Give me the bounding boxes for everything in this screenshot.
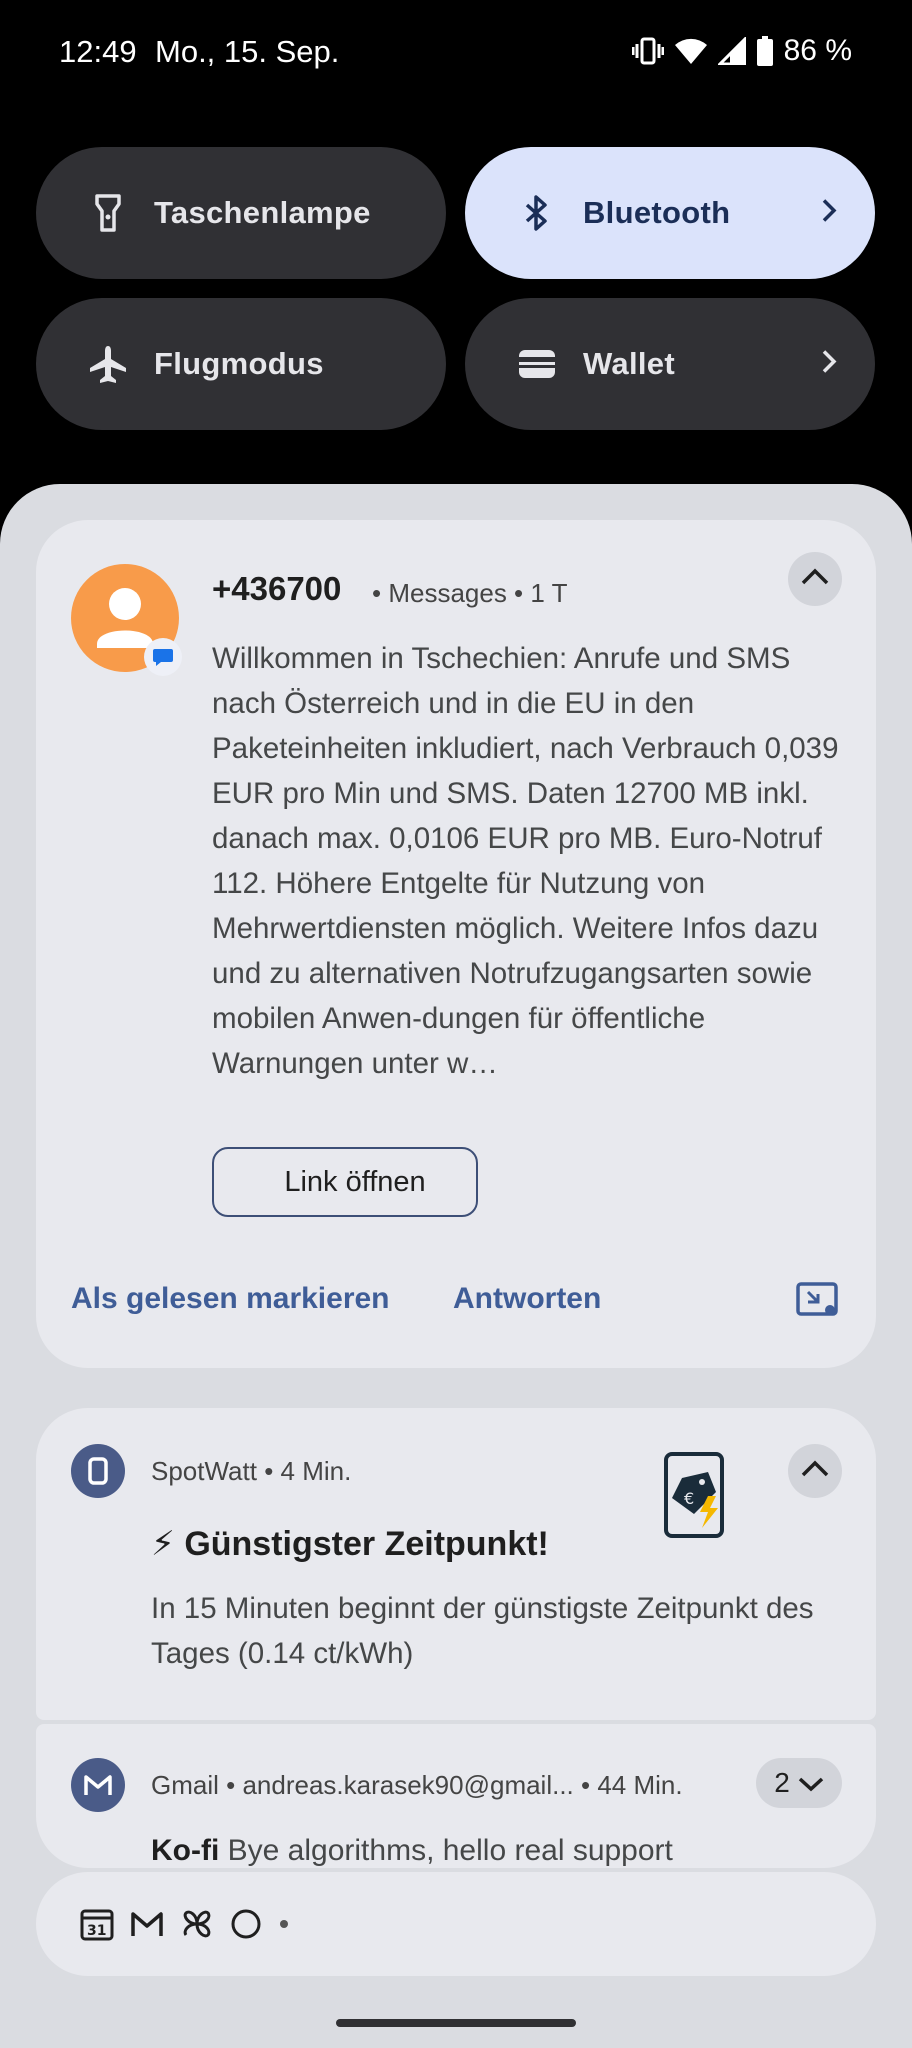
tile-wallet[interactable]: Wallet: [465, 298, 875, 430]
collapse-button[interactable]: [788, 1444, 842, 1498]
tile-airplane-mode[interactable]: Flugmodus: [36, 298, 446, 430]
calendar-day: 31: [87, 1923, 106, 1939]
pinwheel-icon: [180, 1907, 214, 1941]
tile-label: Bluetooth: [583, 195, 731, 230]
gmail-meta: Gmail • andreas.karasek90@gmail... • 44 …: [151, 1770, 683, 1800]
reply-button[interactable]: Antworten: [453, 1282, 601, 1316]
home-indicator[interactable]: [336, 2019, 576, 2027]
spotwatt-meta: SpotWatt • 4 Min.: [151, 1456, 352, 1486]
tile-bluetooth[interactable]: Bluetooth: [465, 147, 875, 279]
message-meta: • Messages • 1 T: [372, 578, 568, 608]
flashlight-icon: [88, 193, 128, 233]
chevron-down-icon: [798, 1767, 824, 1799]
chevron-right-icon[interactable]: [821, 349, 837, 380]
wifi-icon: [674, 37, 708, 65]
tile-label: Flugmodus: [154, 346, 324, 381]
tile-label: Wallet: [583, 346, 675, 381]
gmail-subject-sender: Ko-fi: [151, 1834, 220, 1867]
gmail-icon: [130, 1910, 164, 1938]
gmail-subject: Ko-fi Bye algorithms, hello real support: [151, 1834, 673, 1868]
open-link-label: Link öffnen: [284, 1165, 426, 1198]
circle-icon: [230, 1908, 262, 1940]
spotwatt-thumbnail-icon: €: [664, 1452, 726, 1538]
dot-icon: [278, 1918, 290, 1930]
status-time: 12:49: [59, 34, 137, 69]
spotwatt-title: ⚡ Günstigster Zeitpunkt!: [151, 1525, 549, 1563]
mark-as-read-button[interactable]: Als gelesen markieren: [71, 1282, 390, 1316]
spotwatt-app-icon: [71, 1444, 125, 1498]
bubble-icon[interactable]: [796, 1282, 838, 1323]
notification-shelf[interactable]: 31: [36, 1872, 876, 1976]
status-icons: 86 %: [631, 34, 852, 68]
calendar-icon: 31: [80, 1907, 114, 1941]
tile-label: Taschenlampe: [154, 195, 371, 230]
collapse-button[interactable]: [788, 552, 842, 606]
svg-text:€: €: [684, 1489, 694, 1508]
gmail-app-icon: [71, 1758, 125, 1812]
chevron-right-icon[interactable]: [821, 198, 837, 229]
message-body: Willkommen in Tschechien: Anrufe und SMS…: [212, 642, 839, 1080]
gmail-subject-text: Bye algorithms, hello real support: [227, 1834, 673, 1867]
notification-spotwatt[interactable]: SpotWatt • 4 Min. € ⚡ Günstigster Zeitpu…: [36, 1408, 876, 1720]
vibrate-icon: [631, 36, 664, 66]
cell-signal-icon: [717, 37, 746, 65]
status-bar: 12:49 Mo., 15. Sep. 86 %: [0, 0, 912, 106]
notification-gmail[interactable]: Gmail • andreas.karasek90@gmail... • 44 …: [36, 1724, 876, 1868]
notification-messages[interactable]: +436700 • Messages • 1 T Willkommen in T…: [36, 520, 876, 1368]
open-link-button[interactable]: Link öffnen: [212, 1147, 478, 1217]
airplane-icon: [88, 344, 128, 384]
chevron-up-icon: [801, 1460, 829, 1483]
battery-percent: 86 %: [783, 34, 852, 67]
notification-count: 2: [774, 1767, 790, 1798]
tile-flashlight[interactable]: Taschenlampe: [36, 147, 446, 279]
wallet-icon: [517, 344, 557, 384]
messages-app-badge-icon: [144, 638, 182, 676]
bluetooth-icon: [517, 193, 557, 233]
chevron-up-icon: [801, 568, 829, 591]
message-sender: +436700: [212, 570, 342, 607]
battery-icon: [756, 36, 774, 66]
expand-group-button[interactable]: 2: [756, 1758, 842, 1808]
status-date: Mo., 15. Sep.: [155, 34, 340, 69]
spotwatt-text: In 15 Minuten beginnt der günstigste Zei…: [151, 1592, 814, 1670]
